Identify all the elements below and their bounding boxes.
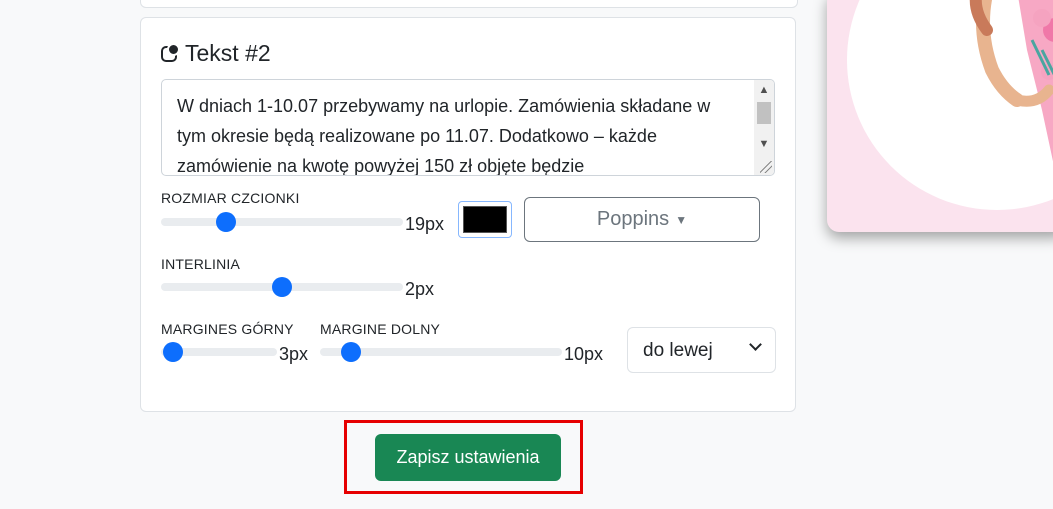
margin-bottom-slider[interactable]	[320, 342, 562, 362]
scroll-thumb[interactable]	[757, 102, 771, 124]
margin-bottom-value: 10px	[564, 344, 604, 364]
line-height-value: 2px	[405, 279, 435, 299]
chevron-down-icon	[749, 338, 762, 351]
font-family-dropdown[interactable]: Poppins ▼	[524, 197, 760, 242]
font-family-label: Poppins	[596, 208, 670, 230]
preview-image	[827, 0, 1053, 232]
text-block-icon	[161, 42, 180, 62]
scroll-down-arrow-icon[interactable]: ▼	[754, 134, 774, 154]
text-content-textarea[interactable]: W dniach 1-10.07 przebywamy na urlopie. …	[161, 79, 775, 176]
text-color-picker[interactable]	[458, 201, 512, 238]
margin-bottom-slider-thumb[interactable]	[341, 342, 362, 362]
line-height-slider[interactable]	[161, 277, 403, 297]
previous-section-card	[140, 0, 798, 8]
resize-handle-icon[interactable]	[760, 161, 772, 173]
font-size-label: ROZMIAR CZCIONKI	[161, 190, 300, 206]
text-alignment-select[interactable]: do lewej	[627, 327, 776, 373]
caret-down-icon: ▼	[675, 212, 688, 227]
margin-top-slider[interactable]	[161, 342, 277, 362]
font-size-slider-thumb[interactable]	[216, 212, 237, 232]
section-header: Tekst #2	[161, 40, 271, 67]
line-height-label: INTERLINIA	[161, 256, 241, 272]
margin-top-slider-thumb[interactable]	[162, 342, 183, 362]
text-settings-card: Tekst #2 W dniach 1-10.07 przebywamy na …	[140, 17, 796, 412]
woman-with-flowers-illustration	[847, 0, 1053, 210]
textarea-value: W dniach 1-10.07 przebywamy na urlopie. …	[177, 96, 711, 176]
font-size-value: 19px	[405, 214, 445, 234]
alignment-selected-value: do lewej	[643, 340, 713, 361]
save-settings-button[interactable]: Zapisz ustawienia	[375, 434, 561, 481]
line-height-slider-thumb[interactable]	[272, 277, 292, 297]
scroll-up-arrow-icon[interactable]: ▲	[754, 80, 774, 100]
section-title: Tekst #2	[185, 40, 271, 66]
font-size-slider[interactable]	[161, 212, 403, 232]
margin-top-label: MARGINES GÓRNY	[161, 321, 294, 337]
margin-bottom-label: MARGINE DOLNY	[320, 321, 441, 337]
text-color-swatch	[463, 206, 507, 233]
margin-top-value: 3px	[279, 344, 309, 364]
